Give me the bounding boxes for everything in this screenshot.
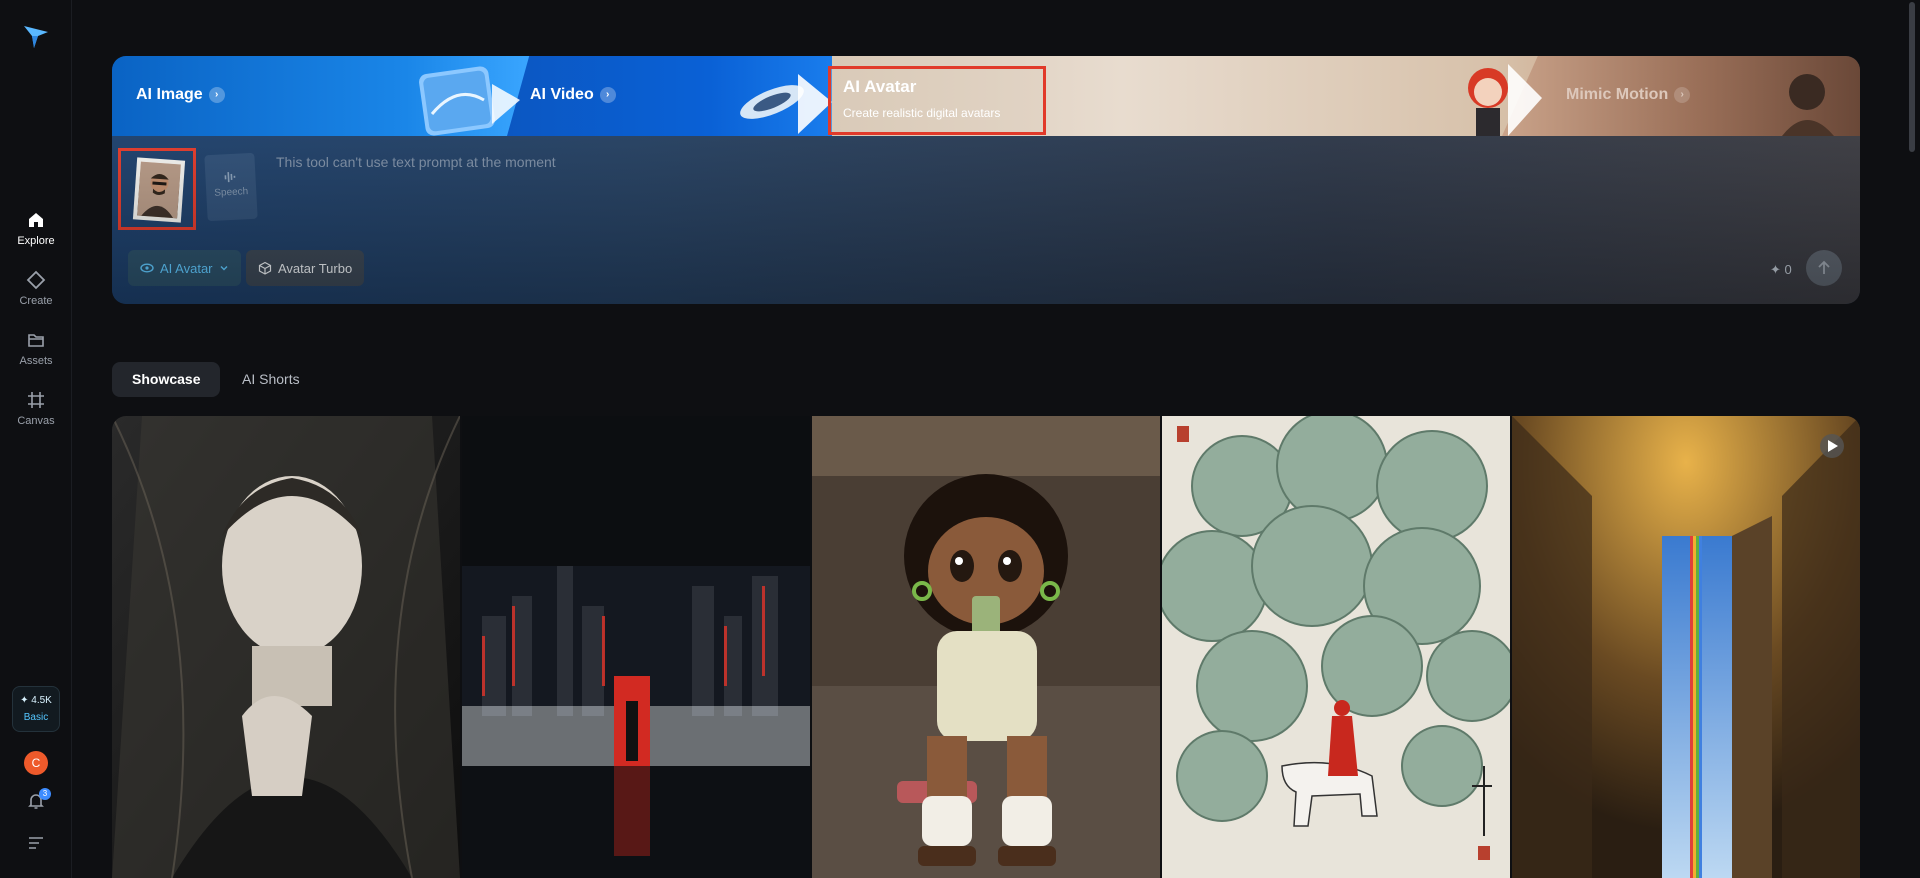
ai-video-thumbnail	[740, 74, 832, 134]
app-logo-icon[interactable]	[22, 22, 50, 50]
speech-label: Speech	[214, 186, 249, 199]
nav-explore[interactable]: Explore	[0, 210, 72, 247]
gallery-image-veiled-portrait	[112, 416, 460, 878]
version-select-label: Avatar Turbo	[278, 260, 353, 276]
tab-ai-avatar-active[interactable]: AI Avatar Create realistic digital avata…	[828, 66, 1046, 135]
gallery-image-doorway-rainbow	[1512, 416, 1860, 878]
nav-explore-label: Explore	[17, 235, 55, 247]
tab-showcase[interactable]: Showcase	[112, 362, 221, 397]
model-select[interactable]: AI Avatar	[128, 250, 241, 286]
tool-panel: AI Image › AI Video › Mimic Motion › AI …	[112, 56, 1860, 304]
tab-mimic-motion-text: Mimic Motion	[1566, 86, 1669, 103]
home-icon	[29, 213, 43, 227]
person-photo-icon	[137, 161, 181, 219]
tab-ai-image-text: AI Image	[136, 86, 203, 103]
diamond-icon	[26, 270, 46, 290]
canvas-icon	[28, 392, 44, 408]
page-scrollbar[interactable]	[1906, 0, 1920, 878]
avatar-image-upload[interactable]	[118, 148, 196, 230]
gallery-image-cartoon-girl	[812, 416, 1160, 878]
credits-amount: ✦ 4.5K	[20, 695, 52, 706]
gallery-image-city-door	[462, 416, 810, 878]
chevron-right-icon: ›	[599, 87, 616, 103]
gallery-item[interactable]	[112, 416, 460, 878]
folder-icon	[28, 334, 44, 347]
gallery-item[interactable]	[812, 416, 1160, 878]
mimic-motion-thumbnail	[1782, 74, 1834, 136]
version-select[interactable]: Avatar Turbo	[246, 250, 365, 286]
tab-mimic-motion-label[interactable]: Mimic Motion ›	[1566, 86, 1691, 104]
cube-icon	[258, 261, 272, 275]
tab-ai-avatar-title: AI Avatar	[843, 77, 917, 96]
gallery-item[interactable]	[1512, 416, 1860, 878]
prompt-area: Speech This tool can't use text prompt a…	[112, 136, 1860, 304]
tab-ai-shorts[interactable]: AI Shorts	[222, 362, 320, 397]
audio-wave-icon	[224, 172, 236, 183]
menu-icon[interactable]	[28, 836, 44, 850]
uploaded-avatar-photo[interactable]	[132, 157, 186, 223]
tool-tabs: AI Image › AI Video › Mimic Motion › AI …	[112, 56, 1860, 136]
plan-label: Basic	[23, 712, 49, 723]
scrollbar-thumb[interactable]	[1909, 2, 1915, 152]
ai-image-thumbnail	[419, 66, 520, 136]
credit-cost: ✦ 0	[1770, 262, 1792, 277]
nav-create[interactable]: Create	[0, 270, 72, 307]
eye-icon	[140, 263, 154, 273]
arrow-up-icon	[1818, 260, 1830, 274]
gallery-item[interactable]	[462, 416, 810, 878]
tab-ai-avatar-subtitle: Create realistic digital avatars	[843, 106, 1001, 120]
credits-badge[interactable]: ✦ 4.5K Basic	[12, 686, 60, 732]
sidebar: Explore Create Assets Canvas ✦ 4.5K Basi…	[0, 0, 72, 878]
model-select-label: AI Avatar	[160, 260, 213, 276]
chevron-right-icon: ›	[1674, 87, 1691, 103]
nav-create-label: Create	[19, 295, 53, 307]
user-avatar[interactable]: C	[24, 751, 48, 775]
nav-assets-label: Assets	[19, 355, 53, 367]
speech-upload[interactable]: Speech	[204, 152, 258, 222]
chevron-right-icon: ›	[208, 87, 225, 103]
notification-count: 3	[39, 788, 51, 800]
showcase-gallery	[112, 416, 1860, 878]
tab-ai-video-text: AI Video	[530, 86, 594, 103]
tab-ai-video-label[interactable]: AI Video ›	[530, 86, 616, 104]
nav-canvas-label: Canvas	[17, 415, 55, 427]
avatar-character-thumbnail	[1468, 64, 1542, 136]
nav-assets[interactable]: Assets	[0, 330, 72, 367]
chevron-down-icon	[220, 266, 228, 271]
prompt-placeholder: This tool can't use text prompt at the m…	[276, 154, 556, 170]
gallery-item[interactable]	[1162, 416, 1510, 878]
gallery-image-ink-painting	[1162, 416, 1510, 878]
nav-canvas[interactable]: Canvas	[0, 390, 72, 427]
tab-ai-image-label[interactable]: AI Image ›	[136, 86, 225, 104]
generate-button[interactable]	[1806, 250, 1842, 286]
